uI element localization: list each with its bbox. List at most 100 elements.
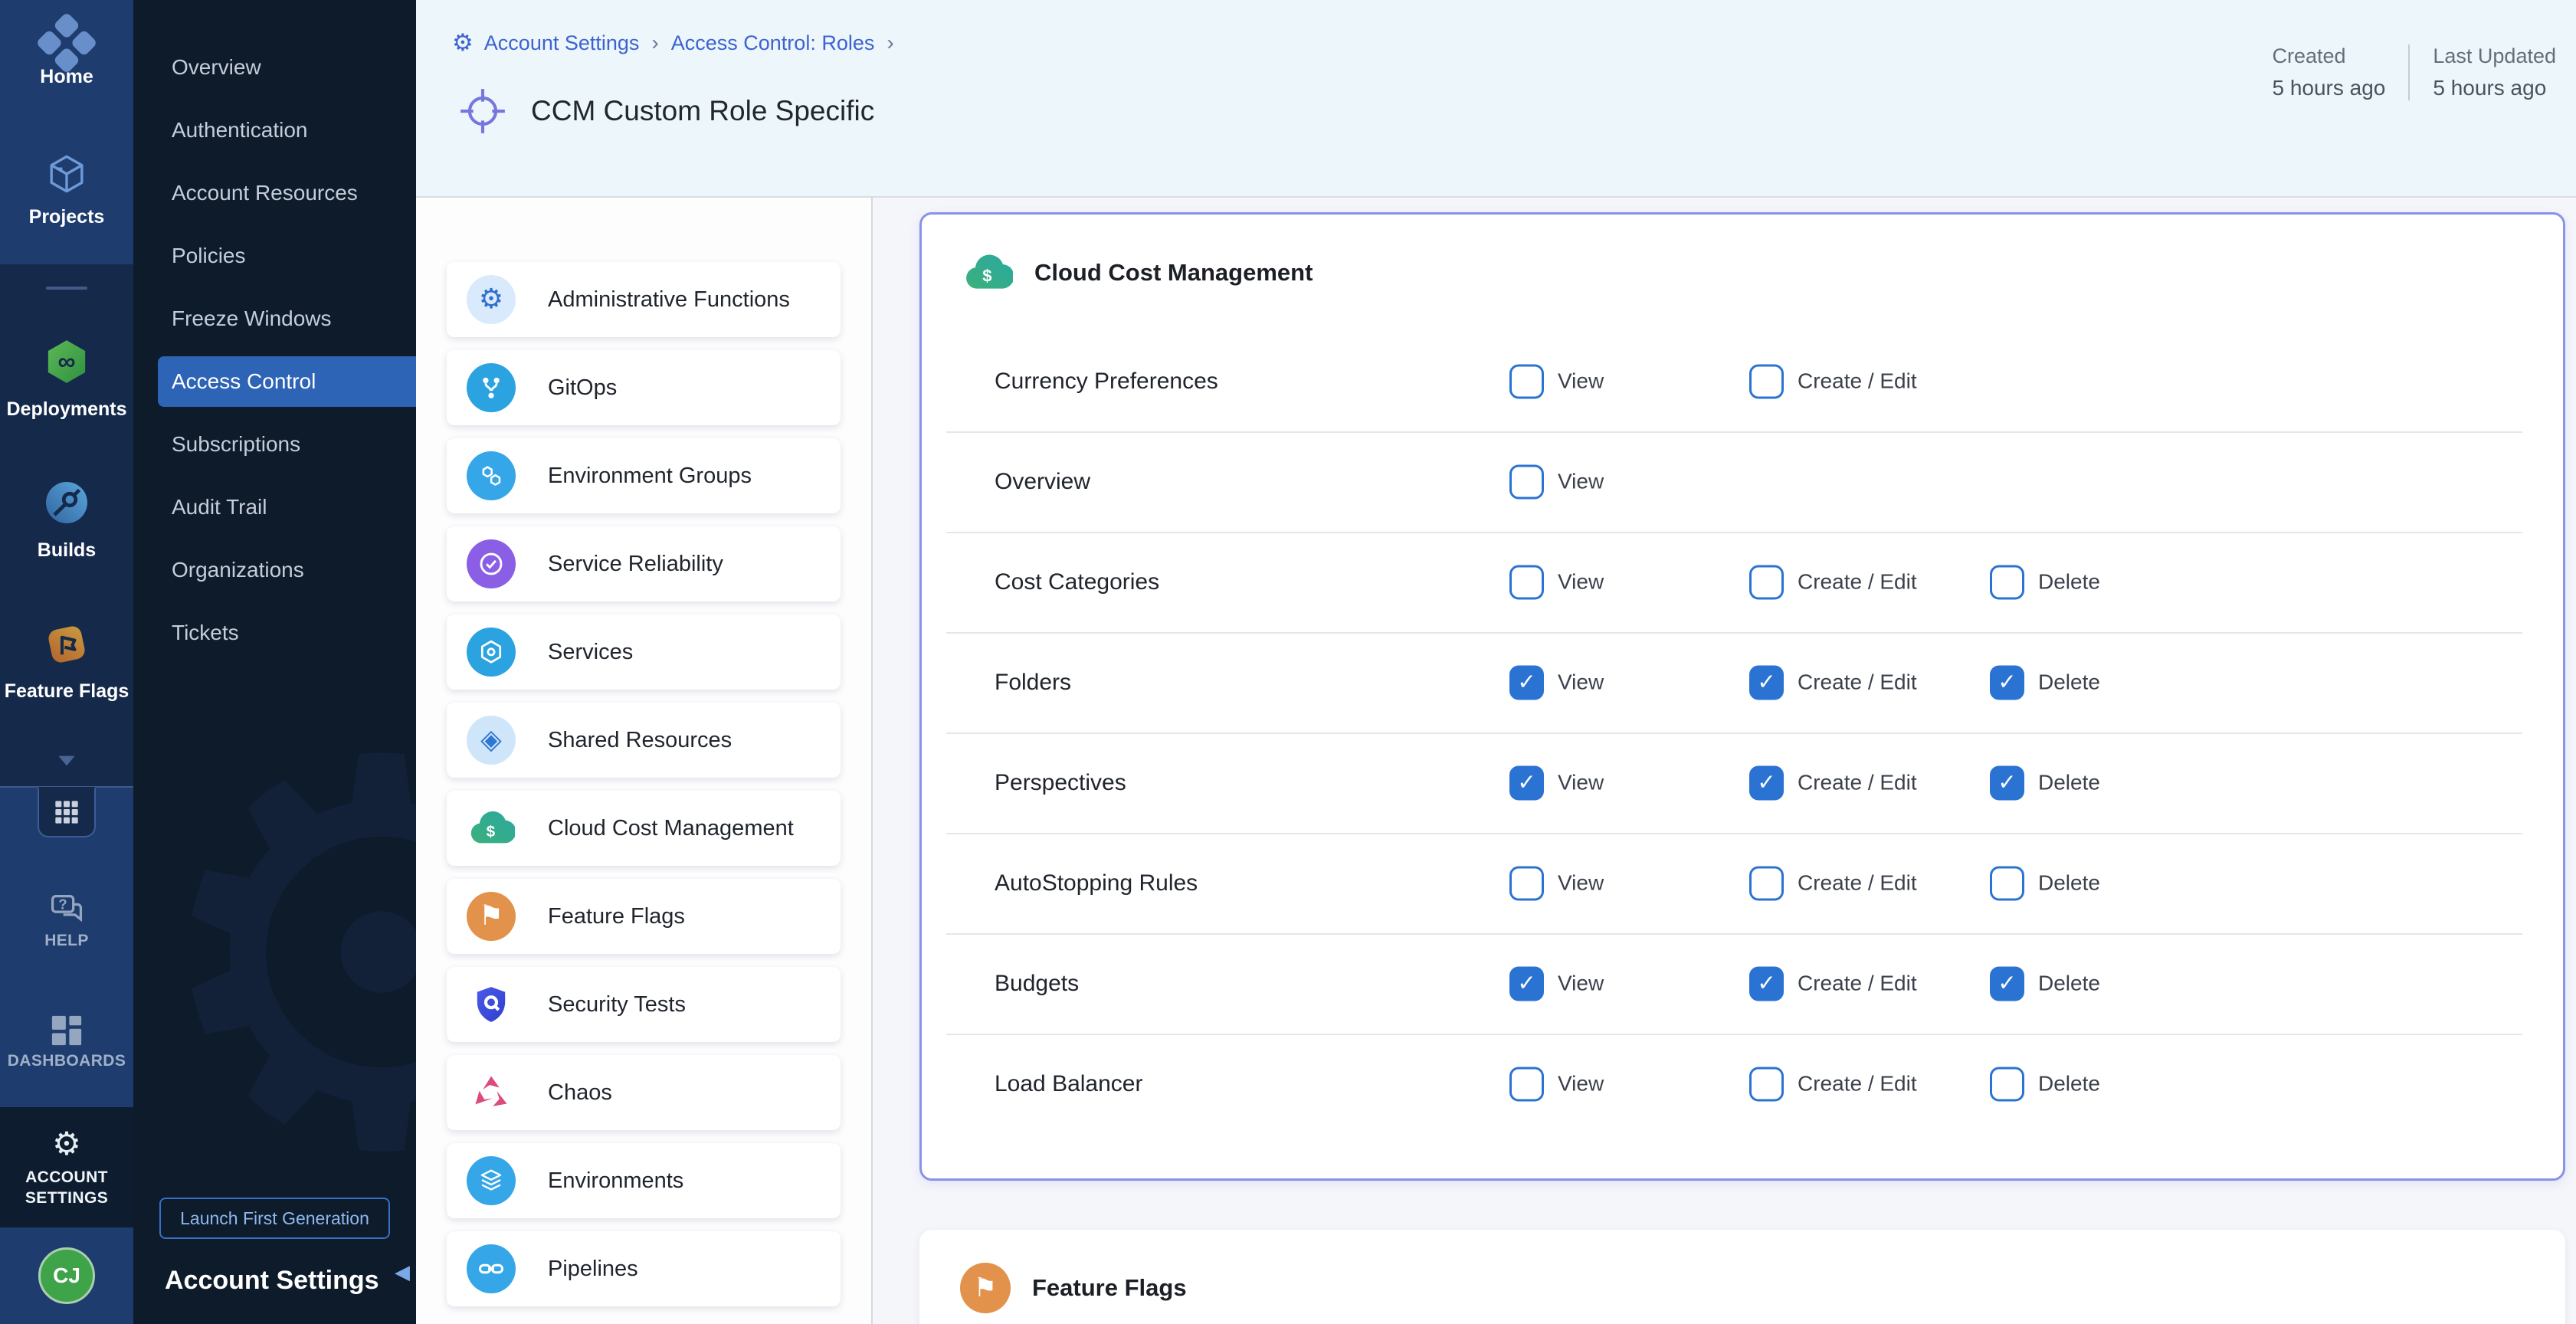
- app-window: Home Projects ∞ Deployments Builds Featur…: [0, 0, 2576, 1324]
- view-checkbox[interactable]: [1509, 966, 1544, 1001]
- sidebar-module-builds[interactable]: Builds: [0, 538, 133, 562]
- category-label: Pipelines: [548, 1257, 638, 1282]
- category-label: Service Reliability: [548, 552, 723, 577]
- perspectives-view-permission: View: [1509, 765, 1604, 800]
- ccm-cloud-icon: $: [962, 247, 1013, 298]
- delete-checkbox[interactable]: [1990, 765, 2024, 800]
- view-checkbox[interactable]: [1509, 665, 1544, 700]
- nav-item-freeze-windows[interactable]: Freeze Windows: [133, 287, 416, 350]
- delete-checkbox[interactable]: [1990, 866, 2024, 900]
- category-card-chaos[interactable]: Chaos: [447, 1055, 841, 1130]
- permission-row-currency-preferences: Currency Preferences View Create / Edit: [922, 331, 2563, 431]
- view-checkbox[interactable]: [1509, 565, 1544, 599]
- dashboards-grid-icon[interactable]: [46, 1010, 87, 1051]
- checkbox-label: View: [1558, 1072, 1604, 1096]
- load-balancer-view-permission: View: [1509, 1067, 1604, 1101]
- nav-item-account-resources[interactable]: Account Resources: [133, 162, 416, 224]
- nav-item-access-control[interactable]: Access Control: [158, 356, 416, 407]
- create-edit-checkbox[interactable]: [1749, 765, 1784, 800]
- chaos-arrows-icon: [467, 1068, 516, 1117]
- category-card-administrative-functions[interactable]: ⚙ Administrative Functions: [447, 262, 841, 337]
- nav-item-audit-trail[interactable]: Audit Trail: [133, 476, 416, 539]
- admin-gear-icon: ⚙: [467, 275, 516, 324]
- nav-item-policies[interactable]: Policies: [133, 224, 416, 287]
- svg-text:∞: ∞: [57, 347, 75, 375]
- permissions-area: $ Cloud Cost Management Currency Prefere…: [873, 198, 2576, 1324]
- builds-compass-icon[interactable]: [44, 480, 90, 526]
- sidebar-module-home[interactable]: Home: [0, 64, 133, 89]
- cost-categories-create-edit-permission: Create / Edit: [1749, 565, 1917, 599]
- delete-checkbox[interactable]: [1990, 966, 2024, 1001]
- category-card-environments[interactable]: Environments: [447, 1143, 841, 1218]
- category-card-environment-groups[interactable]: Environment Groups: [447, 438, 841, 513]
- nav-item-subscriptions[interactable]: Subscriptions: [133, 413, 416, 476]
- category-label: Security Tests: [548, 992, 686, 1018]
- create-edit-checkbox[interactable]: [1749, 665, 1784, 700]
- create-edit-checkbox[interactable]: [1749, 364, 1784, 398]
- projects-cube-icon[interactable]: [44, 152, 89, 196]
- view-checkbox[interactable]: [1509, 866, 1544, 900]
- nav-item-overview[interactable]: Overview: [133, 36, 416, 99]
- category-card-pipelines[interactable]: Pipelines: [447, 1231, 841, 1306]
- chevron-down-icon[interactable]: [53, 748, 80, 774]
- category-label: Feature Flags: [548, 904, 685, 929]
- breadcrumb: ⚙Account Settings ›Access Control: Roles…: [452, 31, 906, 55]
- checkbox-label: View: [1558, 972, 1604, 996]
- environments-box-icon: [467, 1156, 516, 1205]
- avatar-initials: CJ: [53, 1263, 80, 1288]
- create-edit-checkbox[interactable]: [1749, 1067, 1784, 1101]
- breadcrumb-link-account-settings[interactable]: Account Settings: [484, 31, 640, 55]
- view-checkbox[interactable]: [1509, 364, 1544, 398]
- view-checkbox[interactable]: [1509, 464, 1544, 499]
- create-edit-checkbox[interactable]: [1749, 866, 1784, 900]
- breadcrumb-link-access-control-roles[interactable]: Access Control: Roles: [671, 31, 875, 55]
- resource-label: Load Balancer: [995, 1071, 1142, 1097]
- create-edit-checkbox[interactable]: [1749, 565, 1784, 599]
- checkbox-label: Create / Edit: [1798, 871, 1917, 896]
- pipelines-chain-icon: [467, 1244, 516, 1293]
- view-checkbox[interactable]: [1509, 1067, 1544, 1101]
- breadcrumb-chevron-icon: ›: [887, 31, 893, 55]
- launch-first-generation-button[interactable]: Launch First Generation: [159, 1198, 390, 1239]
- view-checkbox[interactable]: [1509, 765, 1544, 800]
- category-card-gitops[interactable]: GitOps: [447, 350, 841, 425]
- category-card-service-reliability[interactable]: Service Reliability: [447, 526, 841, 601]
- sidebar-module-deployments[interactable]: Deployments: [0, 397, 133, 421]
- delete-checkbox[interactable]: [1990, 1067, 2024, 1101]
- resource-label: AutoStopping Rules: [995, 870, 1198, 896]
- nav-item-tickets[interactable]: Tickets: [133, 601, 416, 664]
- category-card-security-tests[interactable]: Security Tests: [447, 967, 841, 1042]
- nav-item-organizations[interactable]: Organizations: [133, 539, 416, 601]
- collapse-sidebar-icon[interactable]: ◀: [395, 1260, 410, 1284]
- help-chat-icon[interactable]: ?: [47, 890, 87, 930]
- sidebar-item-help[interactable]: HELP: [0, 929, 133, 953]
- sidebar-item-account-settings[interactable]: ⚙ ACCOUNT SETTINGS: [0, 1107, 133, 1227]
- svg-text:$: $: [982, 267, 991, 286]
- created-updated-meta: Created 5 hours ago Last Updated 5 hours…: [2272, 44, 2556, 100]
- sidebar-module-feature-flags[interactable]: Feature Flags: [0, 679, 133, 703]
- sidebar-module-projects[interactable]: Projects: [0, 205, 133, 229]
- checkbox-label: Create / Edit: [1798, 570, 1917, 595]
- create-edit-checkbox[interactable]: [1749, 966, 1784, 1001]
- delete-checkbox[interactable]: [1990, 665, 2024, 700]
- checkbox-label: Create / Edit: [1798, 1072, 1917, 1096]
- checkbox-label: Create / Edit: [1798, 771, 1917, 795]
- category-card-services[interactable]: Services: [447, 614, 841, 690]
- deployments-infinity-icon[interactable]: ∞: [43, 338, 90, 385]
- nav-item-authentication[interactable]: Authentication: [133, 99, 416, 162]
- apps-grid-button[interactable]: [38, 787, 96, 837]
- featureflags-module-icon[interactable]: [44, 622, 89, 667]
- sidebar-item-dashboards[interactable]: DASHBOARDS: [0, 1049, 133, 1073]
- category-card-feature-flags[interactable]: ⚑ Feature Flags: [447, 879, 841, 954]
- avatar[interactable]: CJ: [38, 1247, 95, 1304]
- category-label: Administrative Functions: [548, 287, 790, 313]
- category-card-cloud-cost-management[interactable]: $ Cloud Cost Management: [447, 791, 841, 866]
- autostopping-rules-view-permission: View: [1509, 866, 1604, 900]
- category-card-shared-resources[interactable]: ◈ Shared Resources: [447, 703, 841, 778]
- perspectives-delete-permission: Delete: [1990, 765, 2100, 800]
- meta-label: Created: [2272, 44, 2385, 68]
- delete-checkbox[interactable]: [1990, 565, 2024, 599]
- category-label: Environment Groups: [548, 464, 752, 489]
- env-groups-icon: [467, 451, 516, 500]
- checkbox-label: View: [1558, 570, 1604, 595]
